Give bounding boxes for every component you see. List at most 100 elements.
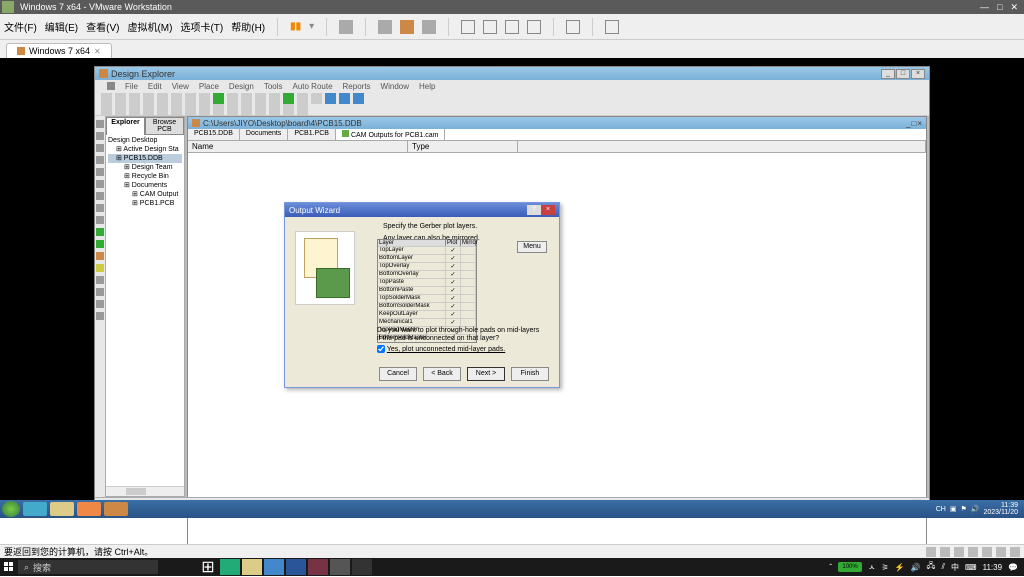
tb-redo2-icon[interactable] (339, 93, 350, 104)
tb2-7-icon[interactable] (185, 104, 196, 115)
tree-node[interactable]: ⊞ CAM Output (108, 190, 182, 199)
lt-5-icon[interactable] (96, 168, 104, 176)
layer-row[interactable]: TopPaste✓ (378, 278, 476, 286)
layer-row[interactable]: KeepOutLayer✓ (378, 310, 476, 318)
vm-device-printer-icon[interactable] (996, 547, 1006, 557)
taskbar-app-explorer[interactable] (50, 502, 74, 516)
vm-device-net-icon[interactable] (954, 547, 964, 557)
win7-tray-lang[interactable]: CH (936, 506, 946, 513)
menu-vm[interactable]: 虚拟机(M) (127, 19, 172, 34)
tb2-12-icon[interactable] (255, 104, 266, 115)
console-icon[interactable] (566, 20, 580, 34)
lt-10-icon[interactable] (96, 228, 104, 236)
de-menu-place[interactable]: Place (199, 82, 219, 91)
lt-9-icon[interactable] (96, 216, 104, 224)
tb-select-icon[interactable] (199, 93, 210, 104)
de-menu-autoroute[interactable]: Auto Route (293, 82, 333, 91)
win7-tray-shield-icon[interactable]: ⚑ (960, 505, 966, 513)
app-edge-icon[interactable] (220, 559, 240, 575)
layer-row[interactable]: BottomSolderMask✓ (378, 302, 476, 310)
doctab-pcb1[interactable]: PCB1.PCB (288, 129, 336, 140)
app-explorer-icon[interactable] (242, 559, 262, 575)
menu-help[interactable]: 帮助(H) (231, 19, 265, 34)
tb-tool2-icon[interactable] (311, 93, 322, 104)
layer-row[interactable]: TopOverlay✓ (378, 262, 476, 270)
tb2-15-icon[interactable] (297, 104, 308, 115)
tb2-14-icon[interactable] (283, 104, 294, 115)
layer-row[interactable]: Mechanical1✓ (378, 318, 476, 326)
tray-battery[interactable]: 100% (838, 562, 862, 572)
explorer-tree[interactable]: Design Desktop⊞ Active Design Sta⊞ PCB15… (106, 135, 184, 486)
tb2-8-icon[interactable] (199, 104, 210, 115)
win7-tray-flag-icon[interactable]: ▣ (950, 505, 957, 513)
de-menu-help[interactable]: Help (419, 82, 435, 91)
lt-15-icon[interactable] (96, 288, 104, 296)
fullscreen-icon[interactable] (483, 20, 497, 34)
lt-4-icon[interactable] (96, 156, 104, 164)
hdr-layer[interactable]: Layer (378, 240, 446, 246)
doctab-ddb[interactable]: PCB15.DDB (188, 129, 240, 140)
lt-13-icon[interactable] (96, 264, 104, 272)
lt-3-icon[interactable] (96, 144, 104, 152)
tb-undo2-icon[interactable] (325, 93, 336, 104)
vm-device-display-icon[interactable] (1010, 547, 1020, 557)
unity-icon[interactable] (505, 20, 519, 34)
close-icon[interactable]: ✕ (1010, 2, 1018, 13)
doctab-documents[interactable]: Documents (240, 129, 288, 140)
hdr-plot[interactable]: Plot (446, 240, 461, 246)
tree-node[interactable]: ⊞ PCB15.DDB (108, 154, 182, 163)
explorer-hscroll[interactable] (106, 486, 184, 496)
menu-view[interactable]: 查看(V) (86, 19, 119, 34)
col-type[interactable]: Type (408, 141, 518, 152)
maximize-icon[interactable]: □ (997, 2, 1002, 13)
layer-row[interactable]: BottomOverlay✓ (378, 270, 476, 278)
revert-icon[interactable] (400, 20, 414, 34)
tree-node[interactable]: ⊞ Recycle Bin (108, 172, 182, 181)
tb2-3-icon[interactable] (129, 104, 140, 115)
taskbar-app-media[interactable] (77, 502, 101, 516)
lt-2-icon[interactable] (96, 132, 104, 140)
tree-node[interactable]: Design Desktop (108, 137, 182, 145)
hdr-mirror[interactable]: Mirror (461, 240, 476, 246)
tb2-9-icon[interactable] (213, 104, 224, 115)
de-menu-file[interactable]: File (125, 82, 138, 91)
win7-start-button[interactable] (2, 501, 20, 517)
taskbar-app-design[interactable] (104, 502, 128, 516)
win10-start-button[interactable] (0, 558, 18, 576)
menu-file[interactable]: 文件(F) (4, 19, 37, 34)
docwin-minimize-icon[interactable]: _ (906, 119, 910, 128)
tb2-6-icon[interactable] (171, 104, 182, 115)
taskbar-app-ie[interactable] (23, 502, 47, 516)
docwin-maximize-icon[interactable]: □ (911, 119, 916, 128)
wizard-close-icon[interactable]: × (541, 205, 555, 215)
col-name[interactable]: Name (188, 141, 408, 152)
tb-new-icon[interactable] (101, 93, 112, 104)
col-blank[interactable] (518, 141, 926, 152)
tb-redo-icon[interactable] (213, 93, 224, 104)
win10-clock[interactable]: 11:39 (983, 563, 1002, 572)
docwin-close-icon[interactable]: × (917, 119, 922, 128)
vm-tab[interactable]: Windows 7 x64 ✕ (6, 43, 112, 58)
de-menu-reports[interactable]: Reports (343, 82, 371, 91)
tb2-13-icon[interactable] (269, 104, 280, 115)
manage-icon[interactable] (422, 20, 436, 34)
tray-signal-icon[interactable]: ⫽ (941, 562, 945, 572)
tb-print-icon[interactable] (143, 93, 154, 104)
tb-tool1-icon[interactable] (297, 93, 308, 104)
tb-help-icon[interactable] (353, 93, 364, 104)
de-menu-tools[interactable]: Tools (264, 82, 283, 91)
app-rec-icon[interactable] (352, 559, 372, 575)
tb-copy-icon[interactable] (241, 93, 252, 104)
tree-node[interactable]: ⊞ Documents (108, 181, 182, 190)
tb-zoom-icon[interactable] (157, 93, 168, 104)
lt-8-icon[interactable] (96, 204, 104, 212)
tb2-4-icon[interactable] (143, 104, 154, 115)
vm-device-cd-icon[interactable] (940, 547, 950, 557)
tb-open-icon[interactable] (115, 93, 126, 104)
cancel-button[interactable]: Cancel (379, 367, 417, 381)
lt-1-icon[interactable] (96, 120, 104, 128)
tray-volume-icon[interactable]: 🔊 (911, 563, 921, 572)
app-word-icon[interactable] (286, 559, 306, 575)
wizard-titlebar[interactable]: Output Wizard ? × (285, 203, 559, 217)
win7-tray-sound-icon[interactable]: 🔊 (971, 505, 980, 513)
